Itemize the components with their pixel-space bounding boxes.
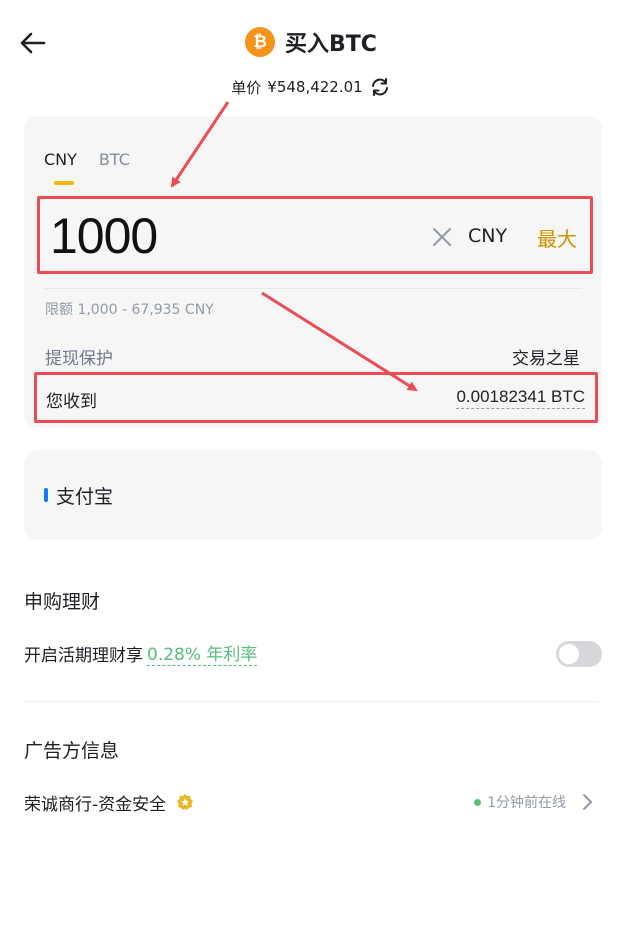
unit-price-value: ¥548,422.01 xyxy=(267,78,363,96)
online-dot-icon xyxy=(474,798,482,806)
tab-cny-label: CNY xyxy=(44,150,77,169)
finance-row: 开启活期理财享 0.28% 年利率 xyxy=(24,638,602,668)
protection-label: 提现保护 xyxy=(45,349,113,369)
header: ₿ 买入BTC xyxy=(0,0,622,80)
amount-card: CNY BTC 1000 CNY 最大 限额 1,000 - 67,935 CN… xyxy=(24,116,602,428)
protection-value: 交易之星 xyxy=(512,349,580,369)
clear-icon[interactable] xyxy=(430,225,454,249)
receive-label: 您收到 xyxy=(46,392,97,412)
max-button[interactable]: 最大 xyxy=(537,223,577,252)
online-status-text: 1分钟前在线 xyxy=(487,795,566,811)
unit-price-label: 单价 xyxy=(231,78,262,97)
finance-label: 开启活期理财享 xyxy=(24,645,143,666)
tab-active-indicator xyxy=(54,181,74,185)
payment-method-card[interactable]: 支付宝 xyxy=(24,450,602,540)
finance-toggle[interactable] xyxy=(556,641,602,667)
alipay-indicator xyxy=(44,488,48,502)
tab-btc-label: BTC xyxy=(98,150,130,169)
payment-method-label: 支付宝 xyxy=(56,486,114,508)
verified-badge-icon xyxy=(177,794,194,810)
tab-cny[interactable]: CNY xyxy=(44,150,77,185)
amount-input-box[interactable]: 1000 CNY 最大 xyxy=(37,196,593,274)
limit-text: 限额 1,000 - 67,935 CNY xyxy=(45,302,214,318)
btc-coin-icon: ₿ xyxy=(245,27,276,57)
advertiser-name: 荣诚商行-资金安全 xyxy=(24,794,167,815)
amount-currency: CNY xyxy=(468,225,508,247)
withdraw-protection-row: 提现保护 交易之星 xyxy=(45,344,580,369)
amount-input[interactable]: 1000 xyxy=(50,207,158,265)
tab-btc[interactable]: BTC xyxy=(99,150,130,169)
refresh-icon[interactable] xyxy=(369,76,391,98)
unit-price-row: 单价 ¥548,422.01 xyxy=(0,76,622,98)
online-status: 1分钟前在线 xyxy=(474,792,566,812)
finance-rate[interactable]: 0.28% 年利率 xyxy=(147,640,258,666)
toggle-knob xyxy=(559,644,579,664)
advertiser-section-title: 广告方信息 xyxy=(24,740,120,762)
page-title: 买入BTC xyxy=(285,32,377,57)
currency-tabs: CNY BTC xyxy=(44,150,130,185)
section-divider xyxy=(24,701,598,702)
advertiser-row[interactable]: 荣诚商行-资金安全 1分钟前在线 xyxy=(24,787,594,817)
receive-row: 您收到 0.00182341 BTC xyxy=(34,372,598,423)
divider xyxy=(44,288,582,289)
chevron-right-icon xyxy=(583,794,592,810)
title-wrap: ₿ 买入BTC xyxy=(0,26,622,58)
finance-section-title: 申购理财 xyxy=(24,591,101,613)
receive-value: 0.00182341 BTC xyxy=(456,387,585,409)
